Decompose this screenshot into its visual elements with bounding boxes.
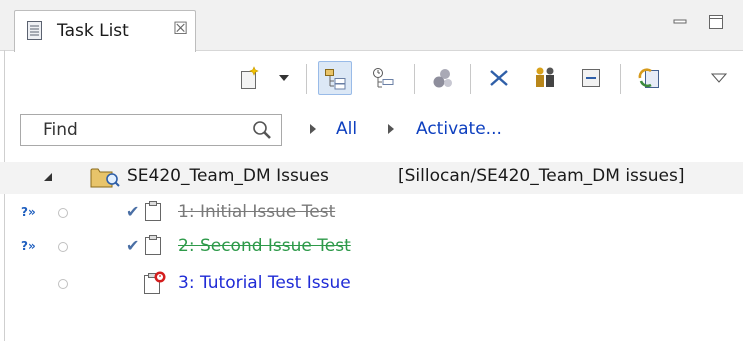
task-list-icon xyxy=(27,21,42,40)
task-icon xyxy=(145,235,161,255)
query-name: SE420_Team_DM Issues xyxy=(127,166,329,186)
minimize-icon[interactable] xyxy=(672,14,688,30)
team-icon xyxy=(536,67,554,87)
activate-task-radio[interactable] xyxy=(58,208,68,218)
toolbar-separator xyxy=(620,64,621,94)
synchronize-icon xyxy=(582,69,600,87)
collapse-all-icon xyxy=(490,70,508,86)
toolbar-separator xyxy=(414,64,415,94)
repository-button[interactable] xyxy=(636,62,664,94)
view-menu-icon xyxy=(711,73,727,83)
activate-task-radio[interactable] xyxy=(58,242,68,252)
toolbar-separator xyxy=(470,64,471,94)
task-label-2[interactable]: 2: Second Issue Test xyxy=(178,236,351,256)
collapse-all-button[interactable] xyxy=(486,62,512,94)
toolbar-separator xyxy=(306,64,307,94)
task-list-tab[interactable]: Task List ☒ xyxy=(14,10,196,52)
scheduled-button[interactable] xyxy=(370,62,396,94)
query-folder-icon xyxy=(90,168,120,188)
scheduled-icon xyxy=(373,68,394,88)
new-task-button[interactable] xyxy=(238,62,262,94)
repository-sync-icon xyxy=(638,68,659,88)
search-icon[interactable] xyxy=(251,119,273,141)
find-box xyxy=(20,114,282,146)
focus-button[interactable] xyxy=(430,62,456,94)
scheduled-task-icon xyxy=(144,271,166,294)
all-link[interactable]: All xyxy=(336,119,357,139)
maximize-icon[interactable] xyxy=(708,14,724,30)
focus-icon xyxy=(433,69,452,88)
completed-check-icon: ✔ xyxy=(126,202,140,221)
synchronize-button[interactable] xyxy=(578,62,604,94)
tab-title: Task List xyxy=(57,21,129,41)
activate-link[interactable]: Activate... xyxy=(416,119,502,139)
task-icon xyxy=(145,201,161,221)
categorized-icon xyxy=(325,69,346,90)
find-input[interactable] xyxy=(27,118,243,142)
close-icon[interactable]: ☒ xyxy=(173,19,188,39)
categorized-button[interactable] xyxy=(322,62,348,94)
activate-task-radio[interactable] xyxy=(58,279,68,289)
task-label-3[interactable]: 3: Tutorial Test Issue xyxy=(178,273,351,293)
task-label-1[interactable]: 1: Initial Issue Test xyxy=(178,202,335,222)
team-button[interactable] xyxy=(532,62,558,94)
incoming-change-icon: ?» xyxy=(21,239,36,253)
all-disclosure-icon xyxy=(310,124,316,134)
new-task-dropdown[interactable] xyxy=(276,62,292,94)
incoming-change-icon: ?» xyxy=(21,205,36,219)
completed-check-icon: ✔ xyxy=(126,236,140,255)
query-repository: [Sillocan/SE420_Team_DM issues] xyxy=(398,166,685,186)
view-left-border xyxy=(4,50,5,341)
collapse-arrow-icon[interactable] xyxy=(43,172,53,182)
dropdown-icon xyxy=(279,75,289,81)
activate-disclosure-icon xyxy=(388,124,394,134)
view-menu-button[interactable] xyxy=(708,62,730,94)
new-task-icon xyxy=(241,66,259,89)
